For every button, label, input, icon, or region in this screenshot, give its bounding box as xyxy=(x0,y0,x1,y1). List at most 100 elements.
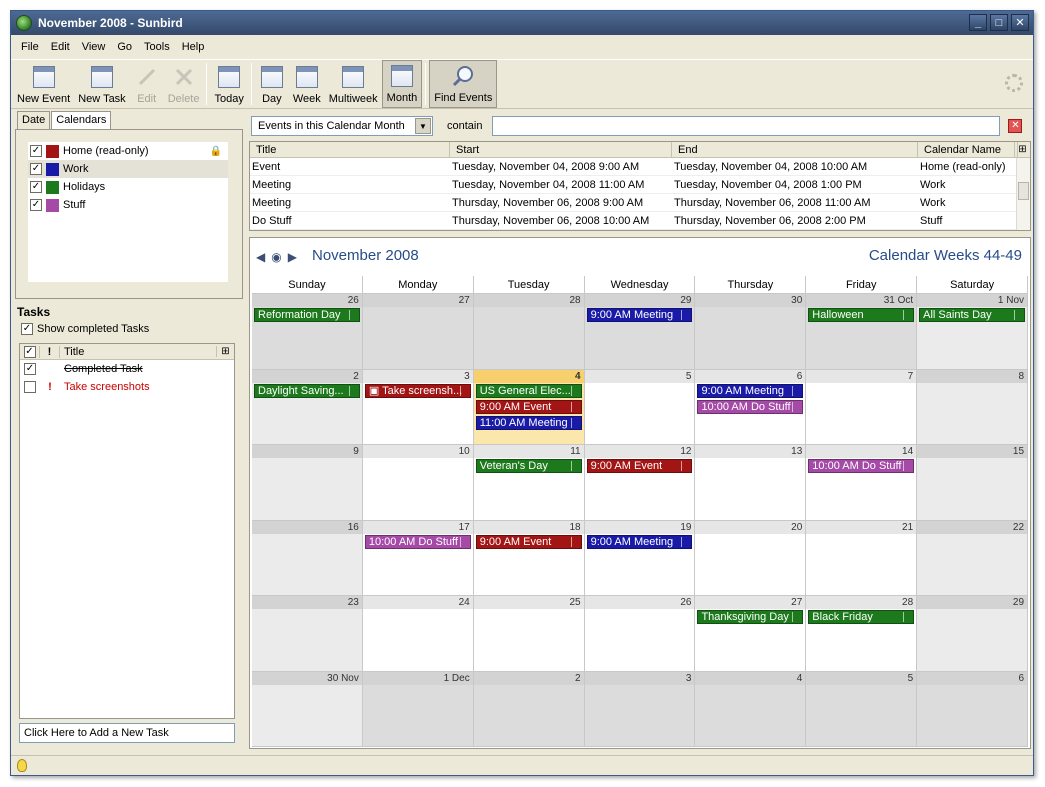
column-start[interactable]: Start xyxy=(450,142,672,157)
day-cell[interactable]: 16 xyxy=(252,520,363,596)
event-item[interactable]: 10:00 AM Do Stuff xyxy=(697,399,804,414)
calendar-item-work[interactable]: ✓ Work xyxy=(28,160,228,178)
task-title-column[interactable]: Title xyxy=(60,346,216,358)
event-item[interactable]: 10:00 AM Do Stuff xyxy=(808,459,915,473)
day-number[interactable]: 10 xyxy=(362,445,473,458)
day-cell[interactable]: 13 xyxy=(695,445,807,521)
event-list-scrollbar[interactable] xyxy=(1016,158,1030,230)
day-number[interactable]: 4 xyxy=(695,671,806,685)
day-cell[interactable]: 12 9:00 AM Event xyxy=(584,445,696,521)
event-item[interactable]: 9:00 AM Event xyxy=(475,534,582,549)
week-view-button[interactable]: Week xyxy=(289,60,325,108)
day-number[interactable]: 3 xyxy=(584,671,695,685)
day-number[interactable]: 4 xyxy=(473,369,584,383)
find-events-button[interactable]: Find Events xyxy=(429,60,498,108)
new-task-button[interactable]: New Task xyxy=(74,60,129,108)
menu-help[interactable]: Help xyxy=(176,41,211,53)
day-cell[interactable]: 7 xyxy=(806,369,918,445)
day-number[interactable]: 29 xyxy=(584,294,695,307)
day-cell[interactable]: 11 Veteran's Day xyxy=(473,445,585,521)
column-title[interactable]: Title xyxy=(250,142,450,157)
day-number[interactable]: 30 Nov xyxy=(252,671,362,685)
day-cell[interactable]: 1 Dec xyxy=(362,671,474,747)
day-number[interactable]: 21 xyxy=(806,520,917,534)
clear-search-icon[interactable]: ✕ xyxy=(1008,119,1023,133)
event-item[interactable]: Halloween xyxy=(808,308,915,322)
maximize-button[interactable]: □ xyxy=(990,14,1008,31)
column-end[interactable]: End xyxy=(672,142,918,157)
event-item[interactable]: Black Friday xyxy=(808,610,915,624)
calendar-checkbox[interactable]: ✓ xyxy=(30,181,42,193)
day-cell[interactable]: 28 Black Friday xyxy=(806,596,918,672)
event-item[interactable]: Reformation Day xyxy=(254,308,360,322)
day-cell[interactable]: 19 9:00 AM Meeting xyxy=(584,520,696,596)
day-cell[interactable]: 15 xyxy=(917,445,1029,521)
day-number[interactable]: 2 xyxy=(252,369,362,383)
day-cell[interactable]: 27 Thanksgiving Day xyxy=(695,596,807,672)
day-number[interactable]: 8 xyxy=(917,369,1028,383)
event-row[interactable]: Meeting Thursday, November 06, 2008 9:00… xyxy=(250,194,1030,212)
day-cell[interactable]: 30 Nov xyxy=(252,671,363,747)
day-cell[interactable]: 26 Reformation Day xyxy=(252,294,363,370)
day-number[interactable]: 30 xyxy=(695,294,806,307)
task-done-checkbox[interactable]: ✓ xyxy=(24,363,36,375)
day-number[interactable]: 17 xyxy=(362,520,473,534)
day-cell[interactable]: 14 10:00 AM Do Stuff xyxy=(806,445,918,521)
day-number[interactable]: 22 xyxy=(917,520,1028,534)
event-search-input[interactable] xyxy=(492,116,1001,136)
calendar-item-holidays[interactable]: ✓ Holidays xyxy=(28,178,228,196)
task-priority-column[interactable]: ! xyxy=(40,345,60,358)
day-cell[interactable]: 10 xyxy=(362,445,474,521)
event-item[interactable]: All Saints Day xyxy=(919,308,1026,322)
day-cell[interactable]: 30 xyxy=(695,294,807,370)
day-cell[interactable]: 2 xyxy=(473,671,585,747)
tab-calendars[interactable]: Calendars xyxy=(51,111,112,129)
day-cell[interactable]: 29 9:00 AM Meeting xyxy=(584,294,696,370)
show-completed-toggle[interactable]: ✓ Show completed Tasks xyxy=(21,323,149,335)
new-event-button[interactable]: New Event xyxy=(13,60,74,108)
day-number[interactable]: 5 xyxy=(584,369,695,383)
day-number[interactable]: 26 xyxy=(584,596,695,609)
day-cell[interactable]: 1 Nov All Saints Day xyxy=(917,294,1029,370)
event-row[interactable]: Do Stuff Thursday, November 06, 2008 10:… xyxy=(250,212,1030,230)
day-cell[interactable]: 6 9:00 AM Meeting 10:00 AM Do Stuff xyxy=(695,369,807,445)
day-number[interactable]: 16 xyxy=(252,520,362,534)
day-number[interactable]: 24 xyxy=(362,596,473,609)
event-item[interactable]: 9:00 AM Meeting xyxy=(697,383,804,398)
day-cell[interactable]: 17 10:00 AM Do Stuff xyxy=(362,520,474,596)
column-picker-icon[interactable]: ⊞ xyxy=(216,346,234,357)
day-number[interactable]: 18 xyxy=(473,520,584,534)
calendar-checkbox[interactable]: ✓ xyxy=(30,145,42,157)
event-item[interactable]: Veteran's Day xyxy=(475,459,582,473)
menu-go[interactable]: Go xyxy=(111,41,138,53)
day-number[interactable]: 15 xyxy=(917,445,1028,458)
day-number[interactable]: 14 xyxy=(806,445,917,458)
day-cell[interactable]: 3 xyxy=(584,671,696,747)
day-number[interactable]: 23 xyxy=(252,596,362,609)
day-number[interactable]: 26 xyxy=(252,294,362,307)
add-task-field[interactable]: Click Here to Add a New Task xyxy=(19,723,235,743)
today-dot-icon[interactable]: ◉ xyxy=(271,250,281,264)
event-row[interactable]: Meeting Tuesday, November 04, 2008 11:00… xyxy=(250,176,1030,194)
show-completed-checkbox[interactable]: ✓ xyxy=(21,323,33,335)
day-number[interactable]: 28 xyxy=(473,294,584,307)
menu-edit[interactable]: Edit xyxy=(45,41,76,53)
day-cell[interactable]: 31 Oct Halloween xyxy=(806,294,918,370)
tab-date[interactable]: Date xyxy=(17,111,51,129)
multiweek-view-button[interactable]: Multiweek xyxy=(325,60,382,108)
day-view-button[interactable]: Day xyxy=(255,60,289,108)
event-item[interactable]: ▣ Take screensh... xyxy=(364,383,471,398)
task-done-checkbox[interactable] xyxy=(24,381,36,393)
day-number[interactable]: 1 Dec xyxy=(362,671,473,685)
calendar-item-home[interactable]: ✓ Home (read-only) 🔒 xyxy=(28,142,228,160)
month-view-button[interactable]: Month xyxy=(381,60,423,108)
day-number[interactable]: 6 xyxy=(695,369,806,383)
day-number[interactable]: 12 xyxy=(584,445,695,458)
event-item[interactable]: 9:00 AM Meeting xyxy=(586,534,693,549)
calendar-checkbox[interactable]: ✓ xyxy=(30,163,42,175)
day-number[interactable]: 9 xyxy=(252,445,362,458)
menu-tools[interactable]: Tools xyxy=(138,41,176,53)
day-number[interactable]: 27 xyxy=(362,294,473,307)
day-number[interactable]: 31 Oct xyxy=(806,294,917,307)
day-cell[interactable]: 6 xyxy=(917,671,1029,747)
